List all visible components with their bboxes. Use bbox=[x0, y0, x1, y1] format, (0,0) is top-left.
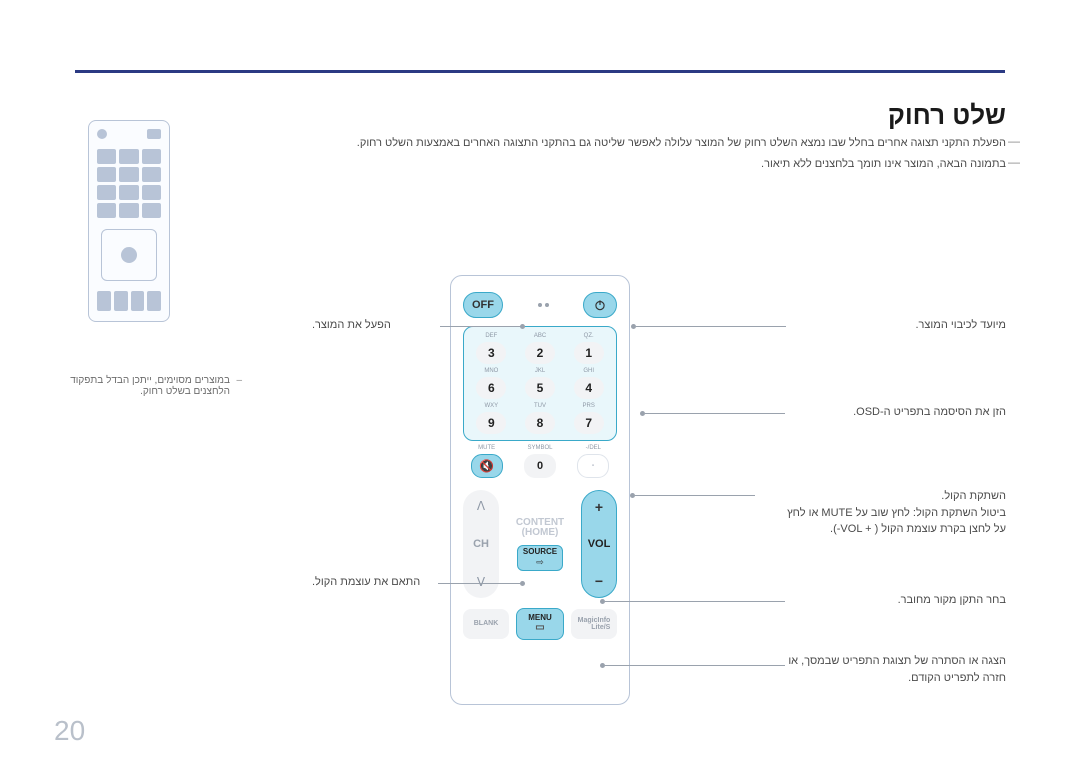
power-off-button: OFF bbox=[463, 292, 503, 318]
callout-mute: השתקת הקול. ביטול השתקת הקול: לחץ שוב על… bbox=[787, 488, 1006, 538]
illustration-dot bbox=[97, 129, 107, 139]
key-3: 3 bbox=[476, 342, 506, 364]
illustration-bottom-strip bbox=[97, 291, 161, 311]
key-legend: ABC bbox=[519, 333, 562, 341]
ch-label: CH bbox=[473, 538, 489, 550]
side-footnote-line2: הלחצנים בשלט רחוק. bbox=[140, 386, 230, 397]
callout-mute-line3: על לחצן בקרת עוצמת הקול (VOL + ‎-). bbox=[830, 523, 1006, 535]
illustration-keygrid bbox=[97, 149, 161, 219]
key-8: 8 bbox=[525, 412, 555, 434]
callout-menu-line2: חזרה לתפריט הקודם. bbox=[908, 672, 1006, 684]
menu-icon: ▭ bbox=[535, 623, 544, 634]
key-legend: TUV bbox=[519, 403, 562, 411]
leader-line bbox=[636, 326, 786, 327]
key-5: 5 bbox=[525, 377, 555, 399]
channel-rocker: ᐱ CH ᐯ bbox=[463, 490, 499, 598]
callout-mute-line2: ביטול השתקת הקול: לחץ שוב על MUTE או לחץ bbox=[787, 507, 1006, 519]
header-rule bbox=[75, 70, 1005, 73]
key-7: 7 bbox=[574, 412, 604, 434]
source-label: SOURCE bbox=[523, 547, 557, 556]
vol-down-icon: − bbox=[595, 573, 603, 589]
callout-volume: התאם את עוצמת הקול. bbox=[312, 576, 420, 588]
callout-menu: הצגה או הסתרה של תצוגת התפריט שבמסך, או … bbox=[788, 653, 1006, 686]
power-icon bbox=[593, 298, 607, 312]
key-9: 9 bbox=[476, 412, 506, 434]
key-4: 4 bbox=[574, 377, 604, 399]
side-footnote: – במוצרים מסוימים, ייתכן הבדל בתפקוד הלח… bbox=[60, 375, 230, 397]
leader-line bbox=[635, 495, 755, 496]
mute-icon: 🔇 bbox=[479, 459, 494, 473]
callout-numpad: הזן את הסיסמה בתפריט ה-OSD. bbox=[853, 406, 1006, 418]
key-legend: WXY bbox=[470, 403, 513, 411]
ir-dot bbox=[545, 303, 549, 307]
numeric-keypad: .QZ1 ABC2 DEF3 GHI4 JKL5 MNO6 PRS7 TUV8 … bbox=[463, 326, 617, 441]
mute-button: 🔇 bbox=[471, 454, 503, 478]
content-home-label: CONTENT (HOME) bbox=[516, 518, 564, 539]
vol-up-icon: + bbox=[595, 499, 603, 515]
del-legend: DEL/- bbox=[570, 445, 617, 453]
source-icon: ⇨ bbox=[536, 557, 544, 568]
chevron-down-icon: ᐯ bbox=[477, 575, 485, 589]
key-0: 0 bbox=[524, 454, 556, 478]
leader-line bbox=[440, 326, 520, 327]
vol-label: VOL bbox=[588, 538, 611, 550]
chevron-up-icon: ᐱ bbox=[477, 499, 485, 513]
callout-power-on: הפעל את המוצר. bbox=[312, 319, 391, 331]
illustration-rect bbox=[147, 129, 161, 139]
mute-legend: MUTE bbox=[463, 445, 510, 453]
key-legend: .QZ bbox=[567, 333, 610, 341]
key-2: 2 bbox=[525, 342, 555, 364]
bullet-dash: — bbox=[1008, 155, 1020, 169]
callout-off: מיועד לכיבוי המוצר. bbox=[915, 319, 1006, 331]
illustration-navpad bbox=[101, 229, 157, 281]
power-on-button bbox=[583, 292, 617, 318]
callout-menu-line1: הצגה או הסתרה של תצוגת התפריט שבמסך, או bbox=[788, 655, 1006, 667]
key-legend: GHI bbox=[567, 368, 610, 376]
page-title: שלט רחוק bbox=[888, 100, 1006, 131]
key-legend: PRS bbox=[567, 403, 610, 411]
del-key: · bbox=[577, 454, 609, 478]
key-1: 1 bbox=[574, 342, 604, 364]
volume-rocker: + VOL − bbox=[581, 490, 617, 598]
key-6: 6 bbox=[476, 377, 506, 399]
leader-line bbox=[605, 665, 785, 666]
center-column: CONTENT (HOME) SOURCE ⇨ bbox=[505, 490, 575, 598]
key-legend: DEF bbox=[470, 333, 513, 341]
remote-outline-illustration bbox=[88, 120, 170, 322]
manual-page: שלט רחוק — הפעלת התקני תצוגה אחרים בחלל … bbox=[0, 0, 1080, 763]
menu-label: MENU bbox=[528, 614, 552, 622]
source-button: SOURCE ⇨ bbox=[517, 545, 563, 571]
blank-button: BLANK bbox=[463, 609, 509, 639]
remote-diagram: OFF .QZ1 ABC2 DEF3 GHI4 JKL5 MNO6 PRS7 T… bbox=[450, 275, 630, 705]
key-legend: JKL bbox=[519, 368, 562, 376]
side-footnote-line1: במוצרים מסוימים, ייתכן הבדל בתפקוד bbox=[70, 375, 230, 386]
page-number: 20 bbox=[54, 715, 85, 747]
ir-dot bbox=[538, 303, 542, 307]
magicinfo-button: MagicInfo Lite/S bbox=[571, 609, 617, 639]
menu-button: MENU ▭ bbox=[516, 608, 564, 640]
leader-line bbox=[605, 601, 785, 602]
intro-paragraph-2: בתמונה הבאה, המוצר אינו תומך בלחצנים ללא… bbox=[75, 156, 1006, 174]
callout-mute-line1: השתקת הקול. bbox=[941, 490, 1006, 502]
leader-line bbox=[645, 413, 785, 414]
intro-paragraph-1: הפעלת התקני תצוגה אחרים בחלל שבו נמצא הש… bbox=[75, 135, 1006, 153]
bullet-dash: — bbox=[1008, 134, 1020, 148]
callout-source: בחר התקן מקור מחובר. bbox=[898, 594, 1006, 606]
leader-line bbox=[438, 583, 520, 584]
key-legend: MNO bbox=[470, 368, 513, 376]
symbol-legend: SYMBOL bbox=[516, 445, 563, 453]
